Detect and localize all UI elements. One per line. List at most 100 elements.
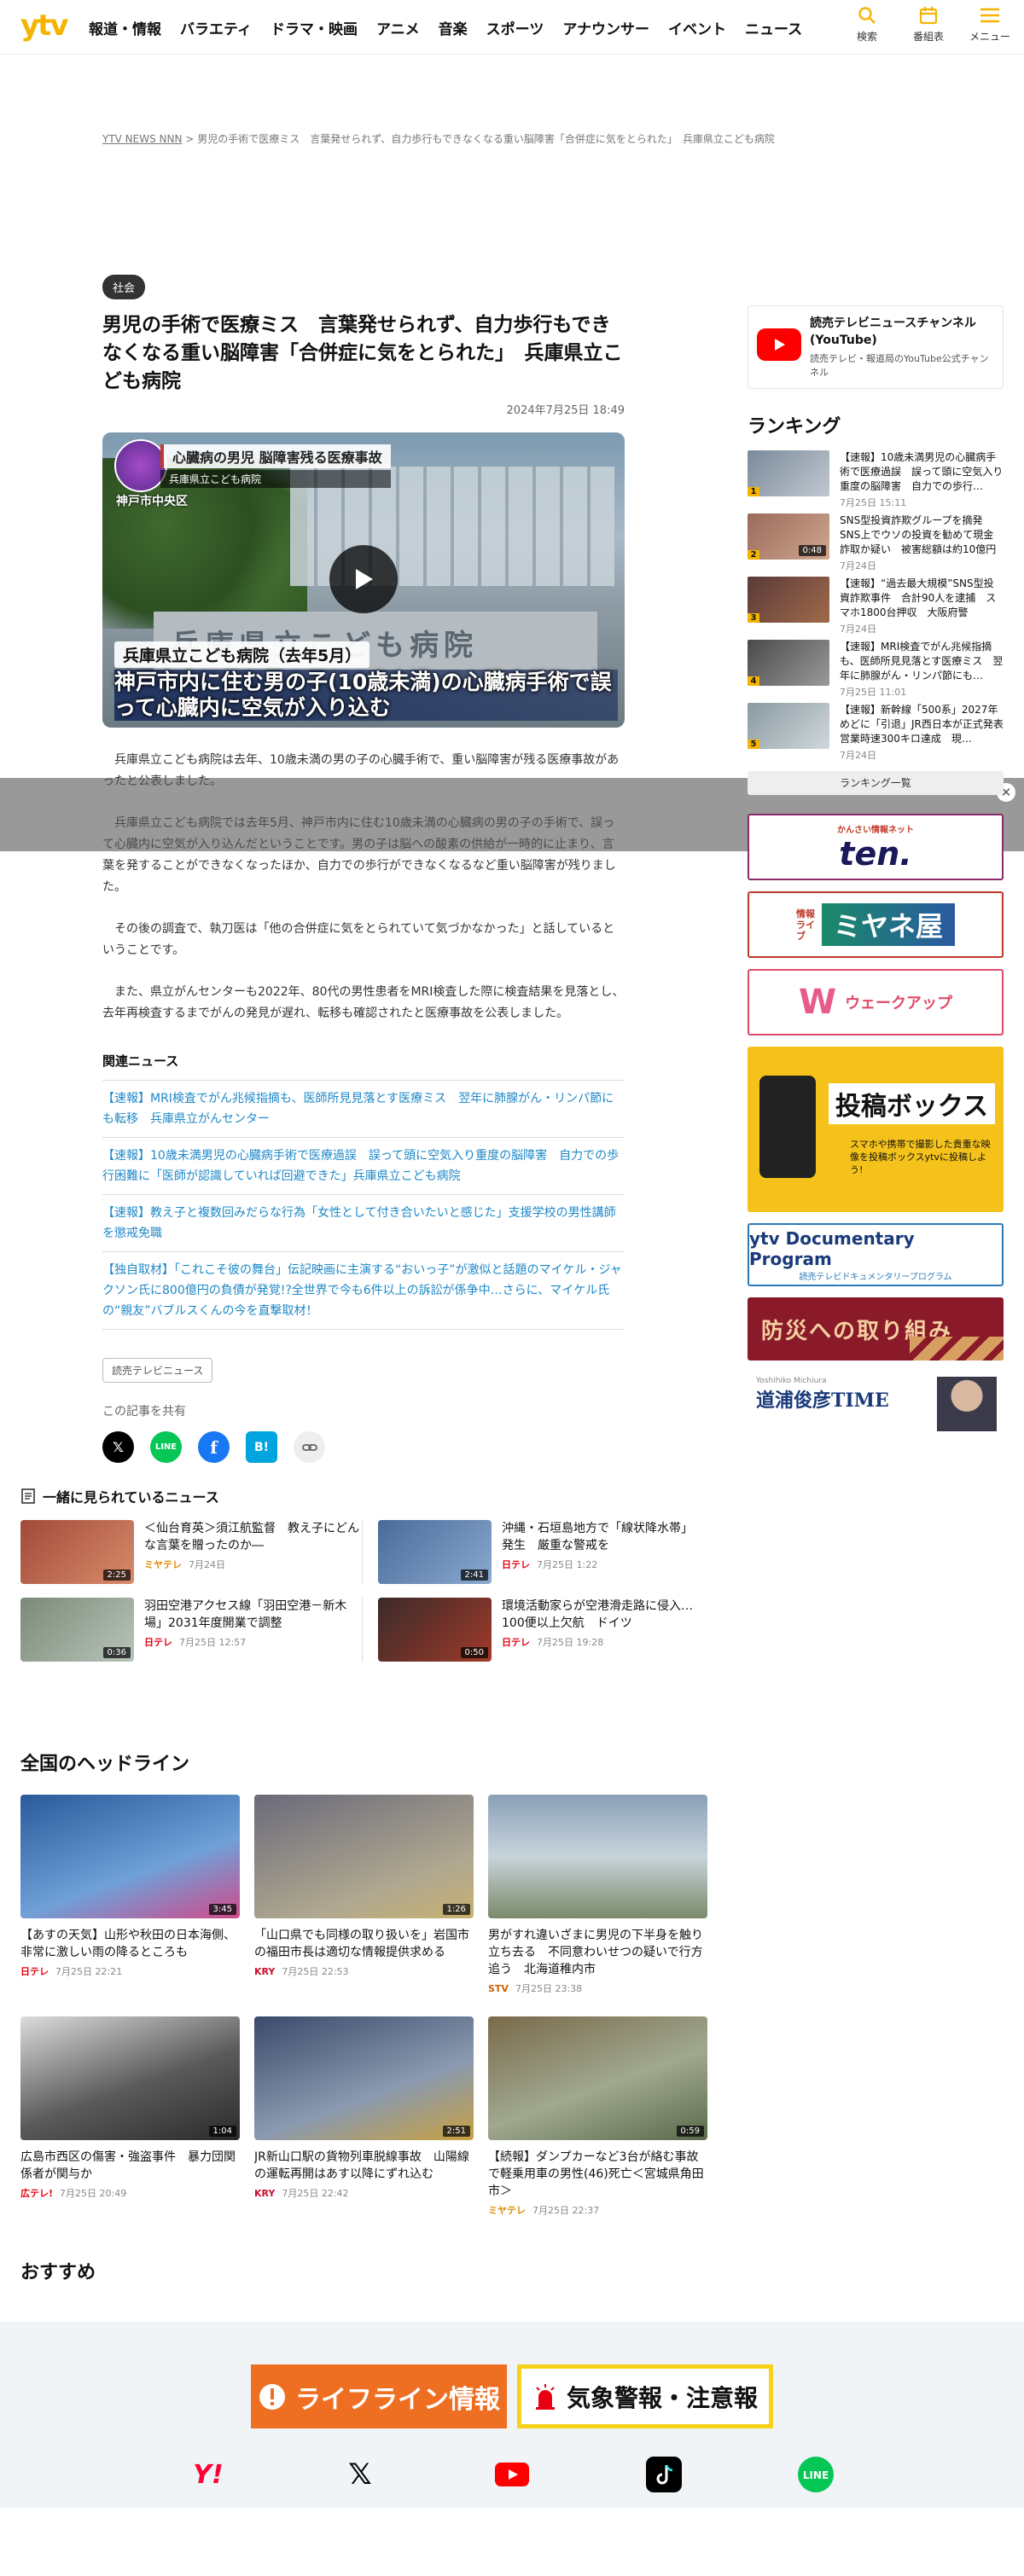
category-badge[interactable]: 社会 xyxy=(102,275,146,299)
wakeup-banner-label: ウェークアップ xyxy=(845,995,953,1012)
news-card[interactable]: 2:41 沖縄・石垣島地方で「線状降水帯」発生 厳重な警戒を 日テレ 7月25日 … xyxy=(362,1520,703,1584)
social-links: Y! 𝕏 LINE xyxy=(188,2454,836,2495)
headline-date: 7月25日 20:49 xyxy=(60,2188,127,2199)
miyaneya-banner-sub: 情報ライブ xyxy=(795,908,815,942)
share-line-button[interactable]: LINE xyxy=(150,1431,182,1463)
michiura-banner-sub: Yoshihiko Michiura xyxy=(756,1377,827,1385)
share-link-button[interactable] xyxy=(294,1431,325,1463)
article-tag[interactable]: 読売テレビニュース xyxy=(102,1358,213,1383)
nav-variety[interactable]: バラエティ xyxy=(180,17,252,38)
duration-badge: 0:50 xyxy=(460,1647,488,1658)
tiktok-link[interactable] xyxy=(643,2454,684,2495)
menu-button[interactable]: メニュー xyxy=(968,5,1012,44)
news-source: ミヤテレ xyxy=(144,1559,182,1570)
telop-bottom: 兵庫県立こども病院（去年5月） 神戸市内に住む男の子(10歳未満)の心臓病手術で… xyxy=(114,641,618,721)
youtube-channel-desc: 読売テレビ・報道局のYouTube公式チャンネル xyxy=(810,353,989,378)
headline-thumbnail xyxy=(488,1795,707,1918)
x-link[interactable]: 𝕏 xyxy=(340,2454,381,2495)
headline-source: STV xyxy=(488,1982,509,1994)
headline-card[interactable]: 0:59 【続報】ダンプカーなど3台が絡む事故で軽乗用車の男性(46)死亡＜宮城… xyxy=(488,2016,707,2221)
documentary-banner[interactable]: ytv Documentary Program 読売テレビドキュメンタリープログ… xyxy=(748,1223,1004,1286)
lifeline-label: ライフライン情報 xyxy=(295,2384,500,2415)
news-meta: 日テレ 7月25日 12:57 xyxy=(144,1635,362,1649)
yahoo-link[interactable]: Y! xyxy=(188,2454,229,2495)
hatena-icon: B! xyxy=(253,1440,270,1454)
headline-card[interactable]: 2:51 JR新山口駅の貨物列車脱線事故 山陽線の運転再開はあす以降にずれ込む … xyxy=(254,2016,474,2221)
duration-badge: 0:59 xyxy=(676,2126,704,2137)
youtube-icon xyxy=(757,328,801,361)
ranking-item[interactable]: 5 【速報】新幹線「500系」2027年めどに「引退」JR西日本が正式発表 営業… xyxy=(748,703,1004,766)
ranking-number: 4 xyxy=(748,676,759,686)
global-nav: 報道・情報 バラエティ ドラマ・映画 アニメ 音楽 スポーツ アナウンサー イベ… xyxy=(89,17,802,38)
telop-bottom-main: 神戸市内に住む男の子(10歳未満)の心臓病手術で誤って心臓内に空気が入り込む xyxy=(114,670,618,721)
bousai-banner[interactable]: 防災への取り組み xyxy=(748,1297,1004,1361)
nav-drama[interactable]: ドラマ・映画 xyxy=(271,17,358,38)
nav-announcer[interactable]: アナウンサー xyxy=(562,17,649,38)
nav-music[interactable]: 音楽 xyxy=(439,17,468,38)
headline-card[interactable]: 1:04 広島市西区の傷害・強盗事件 暴力団関係者が関与か 広テレ! 7月25日 … xyxy=(20,2016,240,2221)
news-card[interactable]: 0:50 環境活動家らが空港滑走路に侵入…100便以上欠航 ドイツ 日テレ 7月2… xyxy=(362,1598,703,1662)
youtube-channel-card[interactable]: 読売テレビニュースチャンネル(YouTube) 読売テレビ・報道局のYouTub… xyxy=(748,305,1004,389)
nav-event[interactable]: イベント xyxy=(668,17,726,38)
share-facebook-button[interactable]: f xyxy=(198,1431,230,1463)
headline-title: JR新山口駅の貨物列車脱線事故 山陽線の運転再開はあす以降にずれ込む xyxy=(254,2150,469,2181)
related-link[interactable]: 【独自取材】「これこそ彼の舞台」伝記映画に主演する“おいっ子”が激似と話題のマイ… xyxy=(102,1252,625,1330)
article-video[interactable]: 兵庫県立こども病院 心臓病の男児 脳障害残る医療事故 兵庫県立こども病院 神戸市… xyxy=(102,432,625,728)
michiura-banner[interactable]: Yoshihiko Michiura 道浦俊彦TIME xyxy=(748,1372,1004,1435)
headline-source: 広テレ! xyxy=(20,2188,54,2199)
play-button[interactable] xyxy=(329,545,398,613)
headline-title: 【続報】ダンプカーなど3台が絡む事故で軽乗用車の男性(46)死亡＜宮城県角田市＞ xyxy=(488,2150,704,2198)
wakeup-banner[interactable]: W ウェークアップ xyxy=(748,969,1004,1036)
ten-banner[interactable]: かんさい情報ネット ten. xyxy=(748,814,1004,880)
nav-houdou[interactable]: 報道・情報 xyxy=(89,17,161,38)
breadcrumb-home[interactable]: YTV NEWS NNN xyxy=(102,133,182,145)
headline-card[interactable]: 男がすれ違いざまに男児の下半身を触り立ち去る 不同意わいせつの疑いで行方追う 北… xyxy=(488,1795,707,1999)
toukou-box-banner[interactable]: 投稿ボックス スマホや携帯で撮影した貴重な映像を投稿ボックスytvに投稿しよう! xyxy=(748,1047,1004,1212)
article-paragraph: その後の調査で、執刀医は「他の合併症に気をとられていて気づかなかった」と話してい… xyxy=(102,922,615,957)
headline-card[interactable]: 1:26 「山口県でも同様の取り扱いを」岩国市の福田市長は適切な情報提供求める … xyxy=(254,1795,474,1999)
telop-bottom-label: 兵庫県立こども病院（去年5月） xyxy=(114,641,370,668)
nav-news[interactable]: ニュース xyxy=(745,17,802,38)
line-icon: LINE xyxy=(154,1442,177,1452)
wakeup-logo-icon: W xyxy=(798,983,837,1022)
headline-card[interactable]: 3:45 【あすの天気】山形や秋田の日本海側、非常に激しい雨の降るところも 日テ… xyxy=(20,1795,240,1999)
schedule-button[interactable]: 番組表 xyxy=(906,5,951,44)
related-link[interactable]: 【速報】教え子と複数回みだらな行為「女性として付き合いたいと感じた」支援学校の男… xyxy=(102,1195,625,1252)
related-link[interactable]: 【速報】MRI検査でがん兆候指摘も、医師所見見落とす医療ミス 翌年に肺腺がん・リ… xyxy=(102,1081,625,1138)
breadcrumb-current: 男児の手術で医療ミス 言葉発せられず、自力歩行もできなくなる重い脳障害「合併症に… xyxy=(197,133,775,145)
headline-source: KRY xyxy=(254,1965,276,1977)
news-date: 7月24日 xyxy=(189,1559,225,1570)
share-label: この記事を共有 xyxy=(102,1405,186,1419)
news-card[interactable]: 0:36 羽田空港アクセス線「羽田空港－新木場」2031年度開業で調整 日テレ 7… xyxy=(20,1598,362,1662)
ranking-number: 2 xyxy=(748,550,759,560)
related-link[interactable]: 【速報】10歳未満男児の心臓病手術で医療過誤 誤って頭に空気入り重度の脳障害 自… xyxy=(102,1138,625,1195)
news-source: 日テレ xyxy=(502,1637,530,1648)
headline-date: 7月25日 22:37 xyxy=(532,2205,600,2216)
youtube-link[interactable] xyxy=(492,2454,532,2495)
nav-anime[interactable]: アニメ xyxy=(376,17,420,38)
ranking-item[interactable]: 1 【速報】10歳未満男児の心臓病手術で医療過誤 誤って頭に空気入り重度の脳障害… xyxy=(748,450,1004,513)
article-title: 男児の手術で医療ミス 言葉発せられず、自力歩行もできなくなる重い脳障害「合併症に… xyxy=(102,314,623,392)
ranking-item[interactable]: 2 0:48 SNS型投資詐欺グループを摘発 SNS上でウソの投資を勧めて現金詐取… xyxy=(748,513,1004,577)
weather-warning-button[interactable]: 気象警報・注意報 xyxy=(517,2364,773,2428)
share-hatena-button[interactable]: B! xyxy=(246,1431,277,1463)
ranking-item[interactable]: 3 【速報】“過去最大規模”SNS型投資詐欺事件 合計90人を逮捕 スマホ180… xyxy=(748,577,1004,640)
search-button[interactable]: 検索 xyxy=(845,5,889,44)
headline-source: ミヤテレ xyxy=(488,2205,526,2216)
also-watched-grid: 2:25 ＜仙台育英＞須江航監督 教え子にどんな言葉を贈ったのか― ミヤテレ 7月… xyxy=(20,1520,703,1662)
presenter-avatar xyxy=(937,1377,997,1431)
nav-sports[interactable]: スポーツ xyxy=(486,17,544,38)
toukou-box-sub: スマホや携帯で撮影した貴重な映像を投稿ボックスytvに投稿しよう! xyxy=(850,1138,991,1175)
ranking-date: 7月25日 15:11 xyxy=(840,497,907,508)
news-card[interactable]: 2:25 ＜仙台育英＞須江航監督 教え子にどんな言葉を贈ったのか― ミヤテレ 7月… xyxy=(20,1520,362,1584)
ranking-more-button[interactable]: ランキング一覧 xyxy=(748,771,1004,795)
lifeline-button[interactable]: ライフライン情報 xyxy=(251,2364,507,2428)
article-date: 2024年7月25日 18:49 xyxy=(506,404,625,417)
ranking-title: 【速報】10歳未満男児の心臓病手術で医療過誤 誤って頭に空気入り重度の脳障害 自… xyxy=(840,451,1004,492)
share-x-button[interactable]: 𝕏 xyxy=(102,1431,134,1463)
ranking-number: 3 xyxy=(748,613,759,623)
ranking-item[interactable]: 4 【速報】MRI検査でがん兆候指摘も、医師所見見落とす医療ミス 翌年に肺腺がん… xyxy=(748,640,1004,703)
line-link[interactable]: LINE xyxy=(795,2454,836,2495)
miyaneya-banner[interactable]: 情報ライブ ミヤネ屋 xyxy=(748,891,1004,958)
ytv-logo[interactable]: ytv xyxy=(20,9,72,43)
